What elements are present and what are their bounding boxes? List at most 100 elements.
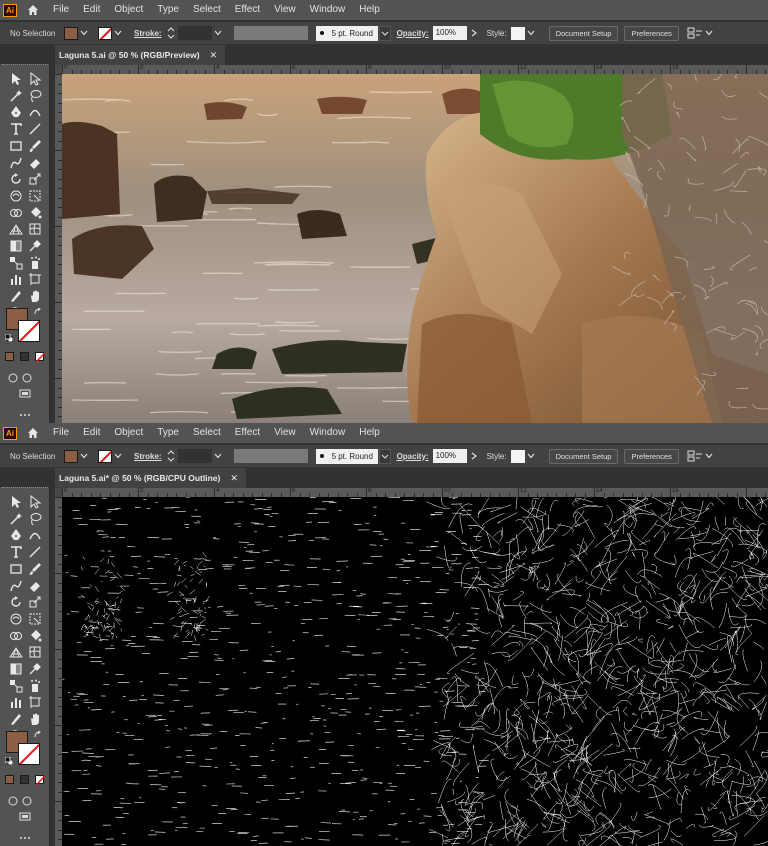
default-fill-stroke-icon[interactable]: [4, 333, 14, 343]
menu-edit[interactable]: Edit: [76, 0, 107, 20]
blend-tool-icon[interactable]: [9, 679, 23, 693]
arrange-documents-icon[interactable]: [687, 26, 703, 40]
menu-type[interactable]: Type: [150, 0, 186, 20]
artboard-canvas-outline[interactable]: [62, 497, 768, 846]
menu-select[interactable]: Select: [186, 423, 228, 443]
hand-tool-icon[interactable]: [28, 712, 42, 726]
stroke-stepper-icon[interactable]: [166, 26, 176, 40]
menu-help[interactable]: Help: [352, 0, 387, 20]
eyedropper-tool-icon[interactable]: [28, 662, 42, 676]
pen-tool-icon[interactable]: [9, 528, 23, 542]
home-icon[interactable]: [20, 423, 46, 443]
chevron-down-icon[interactable]: [212, 450, 224, 462]
change-screen-mode-icon[interactable]: [18, 387, 32, 401]
shaper-tool-icon[interactable]: [9, 156, 23, 170]
chevron-down-icon[interactable]: [78, 450, 90, 462]
blend-tool-icon[interactable]: [9, 256, 23, 270]
curvature-tool-icon[interactable]: [28, 105, 42, 119]
graphic-style-swatch[interactable]: [510, 449, 525, 463]
warp-tool-icon[interactable]: [9, 612, 23, 626]
opacity-field[interactable]: 100%: [432, 26, 467, 40]
chevron-right-icon[interactable]: [469, 26, 481, 40]
menu-view[interactable]: View: [267, 423, 303, 443]
eraser-tool-icon[interactable]: [28, 579, 42, 593]
stroke-weight-field[interactable]: [177, 26, 212, 40]
stroke-label[interactable]: Stroke:: [134, 452, 162, 461]
default-fill-stroke-icon[interactable]: [4, 756, 14, 766]
artboard-canvas-preview[interactable]: [62, 74, 768, 423]
color-mode-swatch[interactable]: [5, 775, 14, 784]
paintbrush-tool-icon[interactable]: [28, 139, 42, 153]
chevron-down-icon[interactable]: [78, 27, 90, 39]
rotate-tool-icon[interactable]: [9, 172, 23, 186]
panel-grip[interactable]: [2, 64, 48, 68]
variable-width-profile[interactable]: [233, 449, 308, 463]
slice-tool-icon[interactable]: [9, 289, 23, 303]
stroke-color-swatch[interactable]: [18, 743, 40, 765]
live-paint-bucket-tool-icon[interactable]: [28, 206, 42, 220]
menu-object[interactable]: Object: [107, 423, 150, 443]
menu-window[interactable]: Window: [303, 0, 353, 20]
mesh-tool-icon[interactable]: [28, 645, 42, 659]
chevron-down-icon[interactable]: [525, 450, 537, 462]
chevron-down-icon[interactable]: [703, 27, 715, 39]
gradient-mode-swatch[interactable]: [20, 775, 29, 784]
line-segment-tool-icon[interactable]: [28, 545, 42, 559]
shape-builder-tool-icon[interactable]: [9, 206, 23, 220]
home-icon[interactable]: [20, 0, 46, 20]
magic-wand-tool-icon[interactable]: [9, 89, 23, 103]
pen-tool-icon[interactable]: [9, 105, 23, 119]
horizontal-ruler[interactable]: 0 2 4 6 8 10 12 14 16: [55, 488, 768, 497]
close-icon[interactable]: ✕: [210, 50, 218, 61]
edit-toolbar-icon[interactable]: [18, 831, 32, 845]
eraser-tool-icon[interactable]: [28, 156, 42, 170]
column-graph-tool-icon[interactable]: [9, 695, 23, 709]
menu-file[interactable]: File: [46, 0, 76, 20]
selection-tool-icon[interactable]: [9, 72, 23, 86]
shape-builder-tool-icon[interactable]: [9, 629, 23, 643]
curvature-tool-icon[interactable]: [28, 528, 42, 542]
menu-effect[interactable]: Effect: [228, 0, 267, 20]
vertical-ruler[interactable]: [55, 74, 62, 423]
menu-file[interactable]: File: [46, 423, 76, 443]
perspective-grid-tool-icon[interactable]: [9, 222, 23, 236]
column-graph-tool-icon[interactable]: [9, 272, 23, 286]
ruler-origin[interactable]: [55, 488, 62, 497]
draw-normal-icon[interactable]: [6, 794, 20, 808]
color-mode-swatch[interactable]: [5, 352, 14, 361]
none-mode-swatch[interactable]: [35, 775, 46, 786]
menu-window[interactable]: Window: [303, 423, 353, 443]
brush-definition[interactable]: 5 pt. Round: [315, 448, 378, 464]
swap-fill-stroke-icon[interactable]: [34, 307, 42, 316]
draw-behind-icon[interactable]: [20, 371, 34, 385]
stroke-stepper-icon[interactable]: [166, 449, 176, 463]
scale-tool-icon[interactable]: [28, 595, 42, 609]
draw-normal-icon[interactable]: [6, 371, 20, 385]
rotate-tool-icon[interactable]: [9, 595, 23, 609]
paintbrush-tool-icon[interactable]: [28, 562, 42, 576]
gradient-tool-icon[interactable]: [9, 239, 23, 253]
direct-selection-tool-icon[interactable]: [28, 495, 42, 509]
warp-tool-icon[interactable]: [9, 189, 23, 203]
chevron-down-icon[interactable]: [112, 27, 124, 39]
artboard-tool-icon[interactable]: [28, 272, 42, 286]
edit-toolbar-icon[interactable]: [18, 408, 32, 422]
document-setup-button[interactable]: Document Setup: [548, 25, 619, 41]
vertical-ruler[interactable]: [55, 497, 62, 846]
gradient-mode-swatch[interactable]: [20, 352, 29, 361]
fill-swatch[interactable]: [64, 26, 78, 40]
symbol-sprayer-tool-icon[interactable]: [28, 256, 42, 270]
stroke-label[interactable]: Stroke:: [134, 29, 162, 38]
brush-definition[interactable]: 5 pt. Round: [315, 25, 378, 41]
chevron-down-icon[interactable]: [525, 27, 537, 39]
magic-wand-tool-icon[interactable]: [9, 512, 23, 526]
none-mode-swatch[interactable]: [35, 352, 46, 363]
panel-grip[interactable]: [2, 487, 48, 491]
draw-behind-icon[interactable]: [20, 794, 34, 808]
menu-select[interactable]: Select: [186, 0, 228, 20]
document-tab[interactable]: Laguna 5.ai @ 50 % (RGB/Preview) ✕: [55, 45, 226, 65]
chevron-right-icon[interactable]: [469, 449, 481, 463]
rectangle-tool-icon[interactable]: [9, 562, 23, 576]
horizontal-ruler[interactable]: 0 2 4 6 8 10 12 14 16: [55, 65, 768, 74]
type-tool-icon[interactable]: [9, 122, 23, 136]
